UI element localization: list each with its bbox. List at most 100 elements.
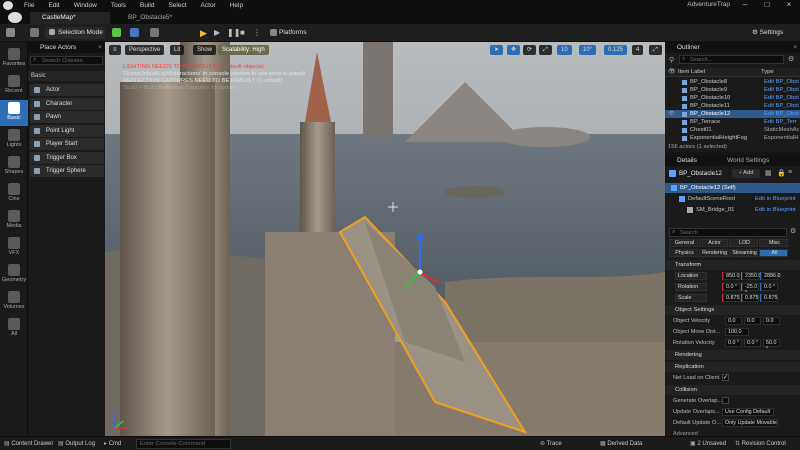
add-content-icon[interactable] (112, 27, 124, 39)
section-transform[interactable]: Transform (665, 260, 800, 270)
maximize-icon[interactable]: □ (756, 0, 778, 10)
edit-in-blueprint-link[interactable]: Edit in Blueprint (755, 206, 796, 214)
gear-icon[interactable]: ⚙ (790, 227, 796, 235)
col-type[interactable]: Type (761, 69, 774, 75)
component-row[interactable]: BP_Obstacle12 (Self) (665, 183, 800, 193)
platforms-dropdown[interactable]: Platforms (270, 27, 315, 39)
table-row[interactable]: BP_Obstacle8 Edit BP_Obst (665, 78, 800, 86)
visibility-icon[interactable]: 👁 (668, 110, 675, 118)
translate-icon[interactable]: ✥ (507, 45, 521, 55)
mode-lights[interactable]: Lights (0, 127, 28, 153)
menu-actor[interactable]: Actor (194, 2, 223, 9)
save-icon[interactable] (6, 27, 18, 39)
tab-world-settings[interactable]: World Settings (727, 155, 769, 166)
maximize-viewport-icon[interactable]: ⤢ (649, 45, 662, 55)
scale-icon[interactable]: ⤢ (539, 45, 552, 55)
mode-cine[interactable]: Cine (0, 181, 28, 207)
transform-location-dropdown[interactable]: Location (675, 272, 707, 280)
cinematics-icon[interactable] (150, 27, 162, 39)
outliner-search-input[interactable]: ⌕ Search... (679, 55, 784, 64)
table-row[interactable]: BP_Obstacle9 Edit BP_Obst (665, 86, 800, 94)
place-actor-item[interactable]: Pawn (30, 111, 104, 123)
mode-favorites[interactable]: Favorites (0, 46, 28, 72)
more-options-icon[interactable]: ⋮ (253, 27, 263, 39)
object-velocity-value[interactable]: 0.0 (744, 317, 761, 325)
place-actor-item[interactable]: Trigger Box (30, 151, 104, 164)
place-actor-item[interactable]: Trigger Sphere (30, 165, 104, 177)
edit-in-blueprint-link[interactable]: Edit in Blueprint (755, 195, 796, 203)
transform-scale-value[interactable]: 0.875 (761, 294, 778, 302)
trace-button[interactable]: ⊚ Trace (540, 439, 562, 449)
gear-icon[interactable]: ⚙ (788, 55, 794, 63)
viewport-options-icon[interactable]: ≡ (109, 45, 121, 55)
tab-details[interactable]: Details (677, 157, 697, 164)
filter-streaming[interactable]: Streaming (729, 249, 758, 257)
table-row[interactable]: BP_Terrace Edit BP_Terr (665, 118, 800, 126)
camera-speed-value[interactable]: 4 (632, 45, 644, 55)
col-item-label[interactable]: Item Label (678, 69, 705, 75)
mode-recent[interactable]: Recent (0, 73, 28, 99)
mode-basic[interactable]: Basic (0, 100, 28, 126)
filter-rendering[interactable]: Rendering (699, 249, 728, 257)
selection-mode-dropdown[interactable]: Selection Mode (45, 27, 105, 39)
mode-volumes[interactable]: Volumes (0, 289, 28, 315)
transform-location-value[interactable]: 850.0 (723, 272, 740, 280)
unsaved-button[interactable]: ▣ 2 Unsaved (690, 439, 726, 449)
derived-data-button[interactable]: ▦ Derived Data (600, 439, 642, 449)
select-mode-icon[interactable]: ➤ (490, 45, 504, 55)
angle-snap-value[interactable]: 10° (579, 45, 597, 55)
close-icon[interactable]: × (98, 42, 102, 53)
play-icon[interactable]: ▶ (200, 27, 212, 39)
net-load-checkbox[interactable]: ✓ (722, 374, 729, 381)
add-component-button[interactable]: + Add (732, 169, 760, 178)
menu-window[interactable]: Window (67, 2, 104, 9)
default-update-dropdown[interactable]: Only Update Movable (722, 419, 778, 427)
show-button[interactable]: Show (193, 45, 217, 55)
rotation-velocity-value[interactable]: 50.0 ° (763, 339, 780, 352)
content-icon[interactable] (30, 27, 42, 39)
rotate-icon[interactable]: ⟳ (523, 45, 537, 55)
filter-actor[interactable]: Actor (699, 239, 728, 247)
menu-edit[interactable]: Edit (41, 2, 66, 9)
unreal-home-icon[interactable] (8, 12, 22, 23)
menu-file[interactable]: File (17, 2, 41, 9)
component-row[interactable]: SM_Bridge_01 Edit in Blueprint (665, 205, 800, 215)
section-collision[interactable]: Collision (665, 385, 800, 395)
rotation-velocity-value[interactable]: 0.0 ° (744, 339, 761, 347)
cmd-dropdown[interactable]: ▸ Cmd (104, 439, 121, 449)
object-velocity-value[interactable]: 0.0 (725, 317, 742, 325)
details-search-input[interactable]: ⌕ Search (669, 228, 787, 237)
transform-scale-dropdown[interactable]: Scale (675, 294, 707, 302)
table-row[interactable]: Chest01 StaticMeshAc (665, 126, 800, 134)
lock-icon[interactable]: 🔒 (777, 169, 786, 177)
level-viewport[interactable]: ≡ Perspective Lit Show Scalability: High… (105, 42, 665, 436)
place-actor-item[interactable]: Actor (30, 84, 104, 96)
menu-icon[interactable]: ≡ (788, 169, 792, 176)
play-next-icon[interactable]: ▶ (214, 27, 224, 39)
transform-rotation-value[interactable]: 0.0 ° (761, 283, 778, 291)
transform-location-value[interactable]: 2350.0 (742, 272, 762, 280)
tab-bp-obstacle5[interactable]: BP_Obstacle5* (116, 12, 196, 24)
table-row[interactable]: 👁 BP_Obstacle12 Edit BP_Obst (665, 110, 800, 118)
generate-overlap-checkbox[interactable] (722, 397, 729, 404)
menu-build[interactable]: Build (133, 2, 161, 9)
section-replication[interactable]: Replication (665, 362, 800, 372)
table-row[interactable]: BP_Obstacle11 Edit BP_Obst (665, 102, 800, 110)
filter-general[interactable]: General (669, 239, 698, 247)
component-row[interactable]: DefaultSceneRoot Edit in Blueprint (665, 194, 800, 204)
transform-rotation-value[interactable]: -25.0 ° (742, 283, 759, 296)
blueprint-icon[interactable] (130, 27, 142, 39)
rotation-velocity-value[interactable]: 0.0 ° (725, 339, 742, 347)
transform-location-value[interactable]: 2886.0 (761, 272, 781, 280)
filter-all[interactable]: All (759, 249, 788, 257)
transform-scale-value[interactable]: 0.875 (742, 294, 759, 302)
menu-select[interactable]: Select (161, 2, 193, 9)
stop-icon[interactable]: ■ (240, 27, 250, 39)
place-actor-item[interactable]: Player Start (30, 138, 104, 150)
perspective-button[interactable]: Perspective (125, 45, 165, 55)
table-row[interactable]: BP_Obstacle10 Edit BP_Obst (665, 94, 800, 102)
place-actor-item[interactable]: Point Light (30, 124, 104, 137)
transform-rotation-dropdown[interactable]: Rotation (675, 283, 707, 291)
blueprint-icon[interactable]: ▦ (765, 169, 772, 177)
menu-help[interactable]: Help (223, 2, 250, 9)
